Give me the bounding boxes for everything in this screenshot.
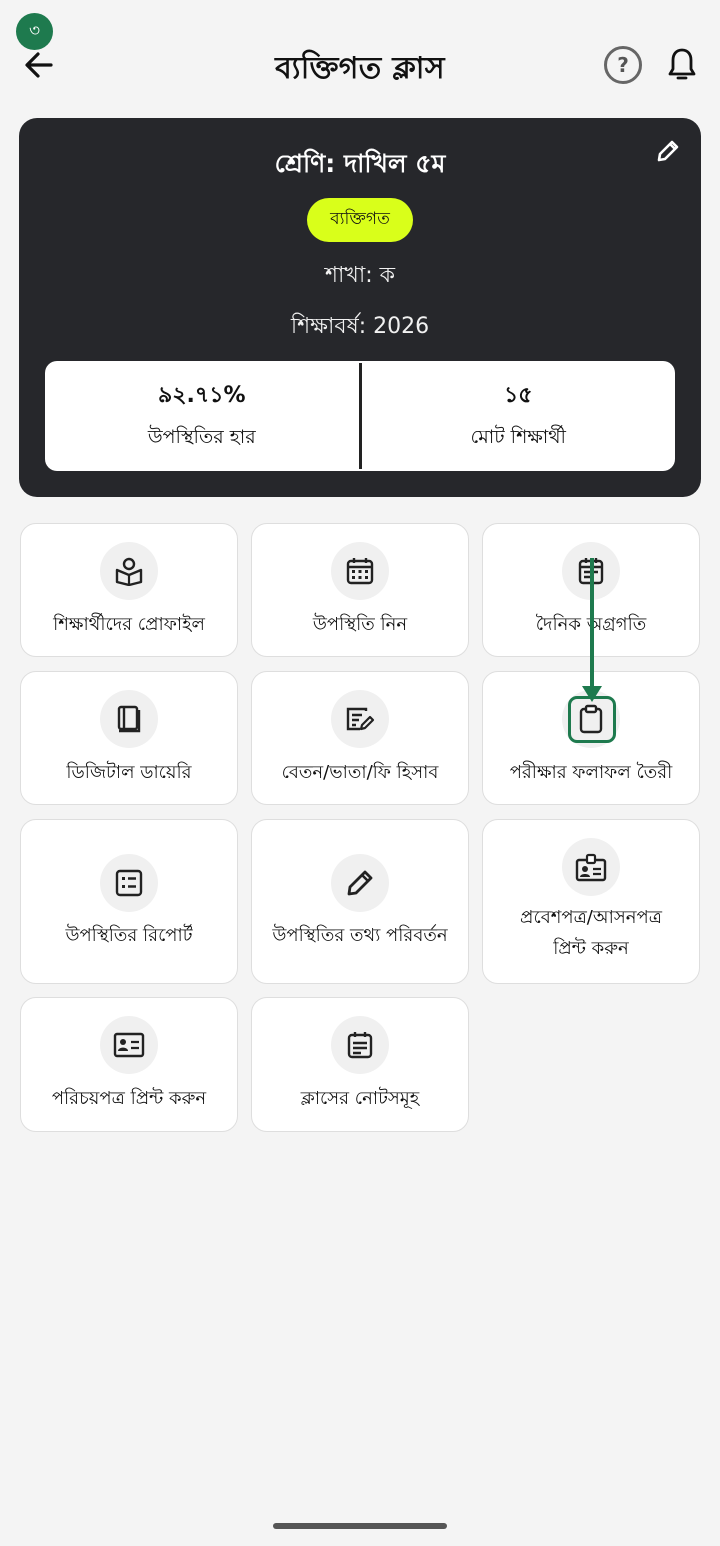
student-profile-icon bbox=[115, 557, 143, 586]
note-edit-icon bbox=[346, 707, 375, 731]
notes-icon bbox=[347, 1032, 373, 1059]
edit-class-button[interactable] bbox=[653, 136, 683, 166]
pencil-icon bbox=[347, 870, 373, 896]
attendance-rate-stat: ৯২.৭১% উপস্থিতির হার bbox=[45, 361, 359, 471]
tile-label: উপস্থিতির রিপোর্ট bbox=[65, 925, 193, 946]
tile-edit-attendance[interactable]: উপস্থিতির তথ্য পরিবর্তন bbox=[251, 819, 469, 984]
attendance-rate-value: ৯২.৭১% bbox=[157, 382, 246, 408]
tile-student-profile[interactable]: শিক্ষার্থীদের প্রোফাইল bbox=[20, 523, 238, 657]
question-mark-icon: ? bbox=[617, 53, 629, 77]
tile-exam-result-create[interactable]: পরীক্ষার ফলাফল তৈরী bbox=[482, 671, 700, 805]
tile-label: ক্লাসের নোটসমূহ bbox=[300, 1088, 420, 1109]
tile-label: ডিজিটাল ডায়েরি bbox=[66, 762, 192, 783]
total-students-label: মোট শিক্ষার্থী bbox=[470, 425, 566, 448]
tile-label: পরীক্ষার ফলাফল তৈরী bbox=[509, 762, 673, 783]
pencil-icon bbox=[657, 140, 679, 162]
clipboard-icon bbox=[579, 704, 603, 734]
tile-label: বেতন/ভাতা/ফি হিসাব bbox=[281, 762, 439, 783]
total-students-stat: ১৫ মোট শিক্ষার্থী bbox=[362, 361, 676, 471]
id-badge-icon bbox=[575, 853, 607, 882]
section-label: শাখা: ক bbox=[324, 263, 396, 288]
daily-progress-calendar-icon bbox=[578, 558, 604, 585]
tile-label-line: প্রবেশপত্র/আসনপত্র bbox=[520, 907, 662, 928]
notifications-button[interactable] bbox=[664, 46, 700, 84]
academic-year-label: শিক্ষাবর্ষ: 2026 bbox=[290, 314, 430, 339]
tile-class-notes[interactable]: ক্লাসের নোটসমূহ bbox=[251, 997, 469, 1132]
home-indicator[interactable] bbox=[273, 1523, 447, 1529]
tile-id-card-print[interactable]: পরিচয়পত্র প্রিন্ট করুন bbox=[20, 997, 238, 1132]
attendance-rate-label: উপস্থিতির হার bbox=[147, 425, 256, 448]
book-icon bbox=[117, 705, 141, 733]
help-button[interactable]: ? bbox=[604, 46, 642, 84]
tile-label: শিক্ষার্থীদের প্রোফাইল bbox=[53, 614, 205, 635]
tile-admit-card-print[interactable]: প্রবেশপত্র/আসনপত্র প্রিন্ট করুন bbox=[482, 819, 700, 984]
top-app-bar: ব্যক্তিগত ক্লাস ? bbox=[0, 0, 720, 110]
tile-label: পরিচয়পত্র প্রিন্ট করুন bbox=[51, 1088, 207, 1109]
id-card-icon bbox=[113, 1032, 145, 1058]
class-type-badge: ব্যক্তিগত bbox=[307, 198, 413, 242]
tile-take-attendance[interactable]: উপস্থিতি নিন bbox=[251, 523, 469, 657]
tile-label: উপস্থিতি নিন bbox=[312, 614, 408, 635]
step-number-badge: ৩ bbox=[16, 13, 53, 50]
tile-label-line: প্রিন্ট করুন bbox=[553, 938, 629, 959]
total-students-value: ১৫ bbox=[503, 382, 533, 408]
class-name: শ্রেণি: দাখিল ৫ম bbox=[274, 149, 446, 178]
tile-label: উপস্থিতির তথ্য পরিবর্তন bbox=[272, 925, 448, 946]
calendar-icon bbox=[346, 558, 374, 585]
list-report-icon bbox=[115, 869, 143, 897]
tile-attendance-report[interactable]: উপস্থিতির রিপোর্ট bbox=[20, 819, 238, 984]
tile-salary-fee-accounts[interactable]: বেতন/ভাতা/ফি হিসাব bbox=[251, 671, 469, 805]
tile-label: প্রবেশপত্র/আসনপত্র প্রিন্ট করুন bbox=[489, 902, 693, 964]
tile-digital-diary[interactable]: ডিজিটাল ডায়েরি bbox=[20, 671, 238, 805]
class-info-card: শ্রেণি: দাখিল ৫ম ব্যক্তিগত শাখা: ক শিক্ষ… bbox=[19, 118, 701, 497]
class-stats-panel: ৯২.৭১% উপস্থিতির হার ১৫ মোট শিক্ষার্থী bbox=[45, 361, 675, 471]
tile-daily-progress[interactable]: দৈনিক অগ্রগতি bbox=[482, 523, 700, 657]
tile-label: দৈনিক অগ্রগতি bbox=[535, 614, 647, 635]
bell-icon bbox=[668, 48, 696, 80]
